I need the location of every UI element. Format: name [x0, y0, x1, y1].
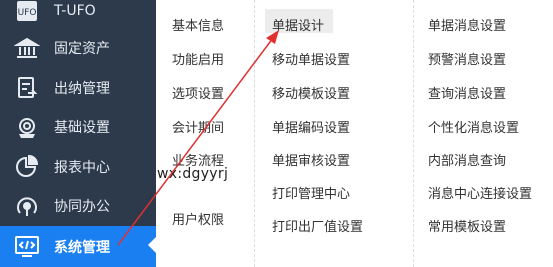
menu-feature-enable[interactable]: 功能启用 [172, 49, 224, 68]
menu-common-template-settings[interactable]: 常用模板设置 [428, 216, 506, 235]
bank-icon [14, 35, 40, 61]
sidebar-item-t-ufo[interactable]: UFO T-UFO [0, 0, 156, 30]
menu-print-management-center[interactable]: 打印管理中心 [272, 183, 350, 202]
sidebar: UFO T-UFO 固定资产 出纳管理 基础设置 报表中心 协同办公 系统管理 [0, 0, 156, 267]
menu-mobile-template-settings[interactable]: 移动模板设置 [272, 83, 350, 102]
sidebar-item-label: 基础设置 [54, 120, 110, 136]
menu-document-design[interactable]: 单据设计 [272, 15, 324, 34]
svg-text:UFO: UFO [18, 8, 37, 18]
settings-gear-icon [14, 114, 40, 140]
menu-message-center-connection-settings[interactable]: 消息中心连接设置 [428, 183, 532, 202]
sidebar-item-system-management[interactable]: 系统管理 [0, 226, 156, 267]
menu-user-permissions[interactable]: 用户权限 [172, 209, 224, 228]
menu-accounting-period[interactable]: 会计期间 [172, 117, 224, 136]
sidebar-item-cashier[interactable]: 出纳管理 [0, 69, 156, 107]
menu-document-message-settings[interactable]: 单据消息设置 [428, 15, 506, 34]
sidebar-item-basic-settings[interactable]: 基础设置 [0, 108, 156, 146]
sidebar-item-fixed-assets[interactable]: 固定资产 [0, 29, 156, 67]
sidebar-item-label: 报表中心 [54, 160, 110, 176]
menu-basic-info[interactable]: 基本信息 [172, 15, 224, 34]
cashier-document-icon [14, 75, 40, 101]
t-ufo-logo-icon: UFO [14, 0, 40, 24]
menu-internal-message-query[interactable]: 内部消息查询 [428, 150, 506, 169]
column-divider [413, 0, 414, 267]
menu-document-code-settings[interactable]: 单据编码设置 [272, 117, 350, 136]
menu-query-message-settings[interactable]: 查询消息设置 [428, 83, 506, 102]
column-divider [254, 0, 255, 267]
collaboration-icon [14, 193, 40, 219]
watermark-text: wx:dgyyrj [157, 166, 229, 182]
sidebar-item-label: 出纳管理 [54, 81, 110, 97]
menu-alert-message-settings[interactable]: 预警消息设置 [428, 49, 506, 68]
sidebar-item-label: 系统管理 [54, 239, 110, 256]
sidebar-item-collaboration[interactable]: 协同办公 [0, 187, 156, 225]
menu-mobile-document-settings[interactable]: 移动单据设置 [272, 49, 350, 68]
sidebar-item-report-center[interactable]: 报表中心 [0, 148, 156, 186]
system-code-icon [14, 233, 40, 259]
menu-option-settings[interactable]: 选项设置 [172, 83, 224, 102]
sidebar-item-label: T-UFO [54, 3, 96, 19]
sidebar-item-label: 协同办公 [54, 199, 110, 215]
menu-print-factory-defaults[interactable]: 打印出厂值设置 [272, 216, 363, 235]
menu-personalized-message-settings[interactable]: 个性化消息设置 [428, 117, 519, 136]
sidebar-item-label: 固定资产 [54, 41, 110, 57]
pie-chart-icon [14, 154, 40, 180]
menu-document-review-settings[interactable]: 单据审核设置 [272, 150, 350, 169]
